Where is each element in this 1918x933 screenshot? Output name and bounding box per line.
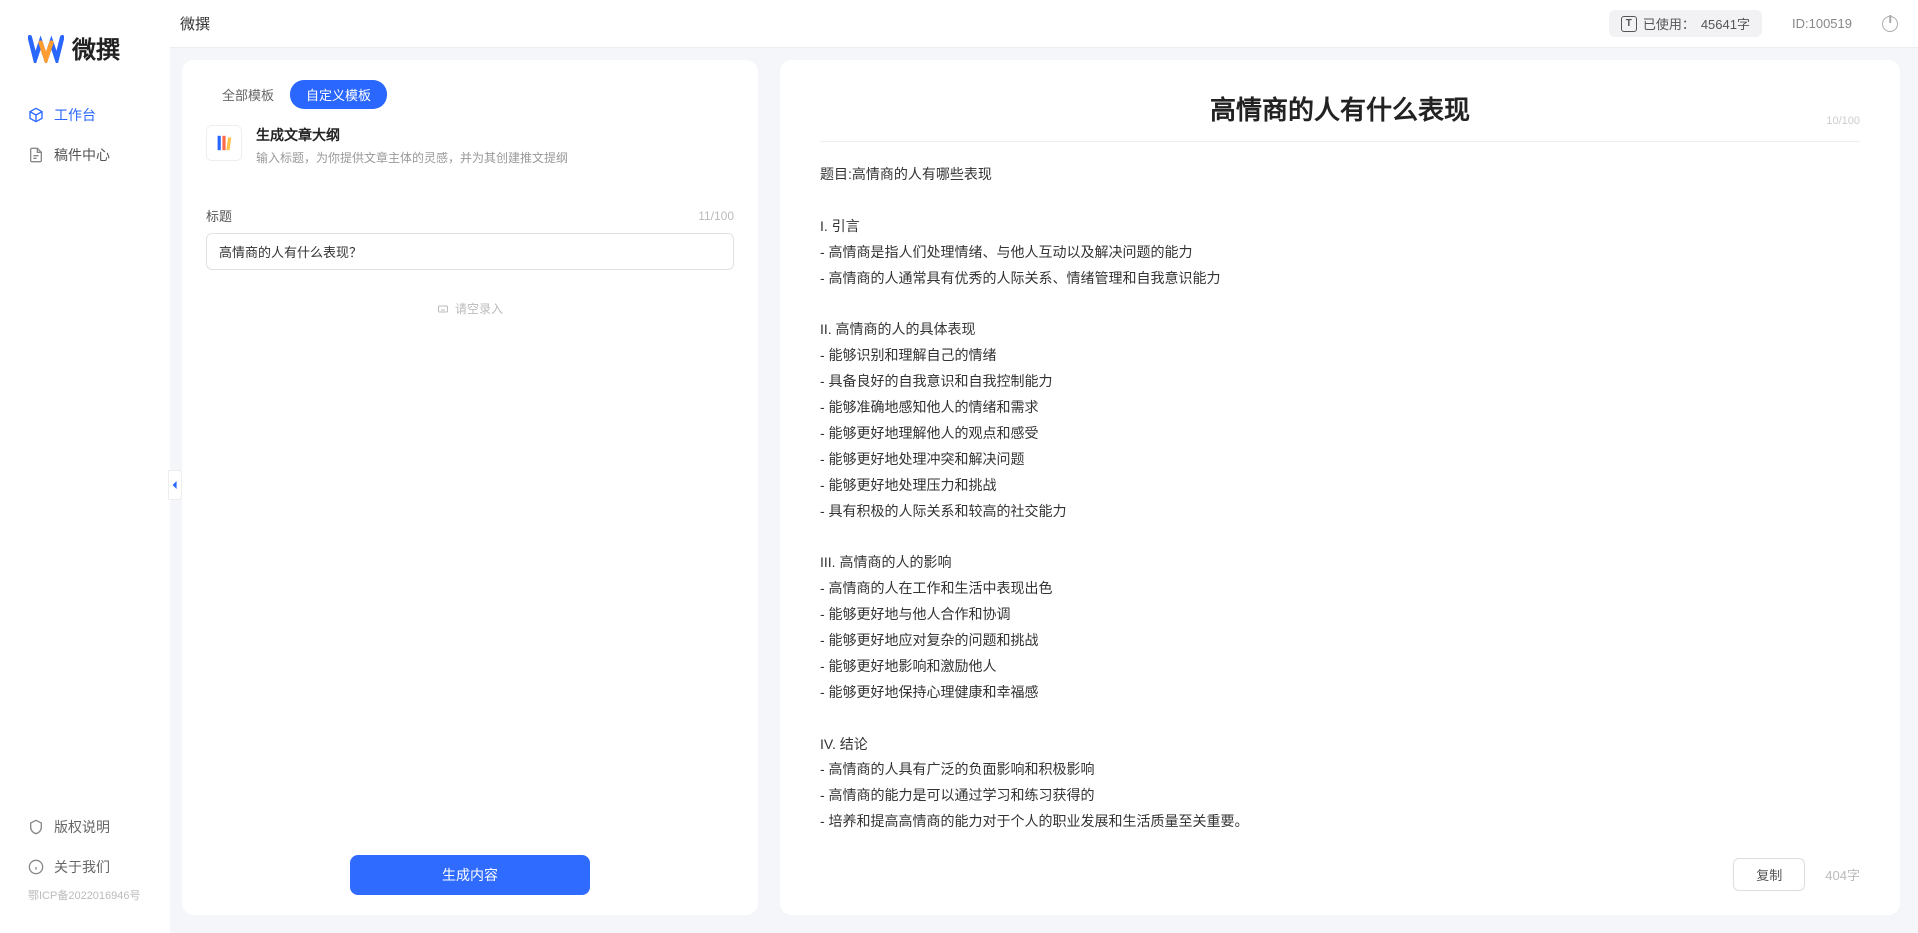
record-hint-text: 请空录入 — [455, 300, 503, 317]
user-id: ID:100519 — [1792, 16, 1852, 31]
usage-count: 45641字 — [1701, 14, 1750, 33]
page-title: 微撰 — [180, 13, 210, 34]
nav-label: 关于我们 — [54, 857, 110, 877]
logo-text: 微撰 — [72, 30, 120, 65]
template-name: 生成文章大纲 — [256, 125, 568, 145]
info-icon — [28, 859, 44, 875]
nav-copyright[interactable]: 版权说明 — [0, 807, 170, 847]
output-title-wrap: 高情商的人有什么表现 10/100 — [820, 90, 1860, 142]
tab-all-templates[interactable]: 全部模板 — [206, 80, 290, 109]
form-section: 标题 11/100 请空录入 — [182, 186, 758, 317]
left-panel: 全部模板 自定义模板 生成文章大纲 输入标题，为你提供文章主体的灵感，并为其创建… — [182, 60, 758, 915]
header-right: T 已使用： 45641字 ID:100519 — [1609, 10, 1898, 37]
cube-icon — [28, 107, 44, 123]
generate-button[interactable]: 生成内容 — [350, 855, 590, 895]
logo-icon — [28, 33, 64, 63]
nav-label: 版权说明 — [54, 817, 110, 837]
usage-prefix: 已使用： — [1643, 14, 1695, 33]
template-desc: 输入标题，为你提供文章主体的灵感，并为其创建推文提纲 — [256, 149, 568, 166]
main: 全部模板 自定义模板 生成文章大纲 输入标题，为你提供文章主体的灵感，并为其创建… — [182, 60, 1900, 915]
template-icon — [206, 125, 242, 161]
sidebar-collapse[interactable] — [168, 470, 182, 500]
sidebar: 微撰 工作台 稿件中心 版权说明 关于我们 鄂ICP备2022016946号 — [0, 0, 170, 933]
title-char-count: 11/100 — [698, 209, 734, 223]
template-info: 生成文章大纲 输入标题，为你提供文章主体的灵感，并为其创建推文提纲 — [256, 125, 568, 166]
title-label-row: 标题 11/100 — [206, 206, 734, 225]
output-title: 高情商的人有什么表现 — [820, 90, 1860, 127]
output-body: 题目:高情商的人有哪些表现 I. 引言 - 高情商是指人们处理情绪、与他人互动以… — [820, 162, 1860, 835]
nav: 工作台 稿件中心 — [0, 95, 170, 807]
books-icon — [216, 134, 232, 152]
chevron-left-icon — [171, 480, 179, 490]
template-header: 生成文章大纲 输入标题，为你提供文章主体的灵感，并为其创建推文提纲 — [182, 125, 758, 186]
right-panel: 高情商的人有什么表现 10/100 题目:高情商的人有哪些表现 I. 引言 - … — [780, 60, 1900, 915]
title-label: 标题 — [206, 206, 232, 225]
left-footer: 生成内容 — [182, 855, 758, 895]
nav-footer: 版权说明 关于我们 鄂ICP备2022016946号 — [0, 807, 170, 933]
text-icon: T — [1621, 16, 1637, 32]
icp-text: 鄂ICP备2022016946号 — [0, 887, 170, 913]
usage-badge[interactable]: T 已使用： 45641字 — [1609, 10, 1762, 37]
title-input[interactable] — [206, 233, 734, 270]
nav-label: 工作台 — [54, 105, 96, 125]
power-icon[interactable] — [1882, 16, 1898, 32]
nav-drafts[interactable]: 稿件中心 — [0, 135, 170, 175]
shield-icon — [28, 819, 44, 835]
nav-workbench[interactable]: 工作台 — [0, 95, 170, 135]
logo: 微撰 — [0, 30, 170, 95]
output-title-count: 10/100 — [1826, 115, 1860, 127]
nav-about[interactable]: 关于我们 — [0, 847, 170, 887]
word-count: 404字 — [1825, 865, 1860, 884]
header: 微撰 T 已使用： 45641字 ID:100519 — [0, 0, 1918, 48]
tab-custom-templates[interactable]: 自定义模板 — [290, 80, 387, 109]
keyboard-icon — [437, 303, 449, 315]
nav-label: 稿件中心 — [54, 145, 110, 165]
record-hint[interactable]: 请空录入 — [206, 300, 734, 317]
document-icon — [28, 147, 44, 163]
right-footer: 复制 404字 — [1733, 858, 1860, 891]
template-tabs: 全部模板 自定义模板 — [182, 80, 758, 125]
copy-button[interactable]: 复制 — [1733, 858, 1805, 891]
